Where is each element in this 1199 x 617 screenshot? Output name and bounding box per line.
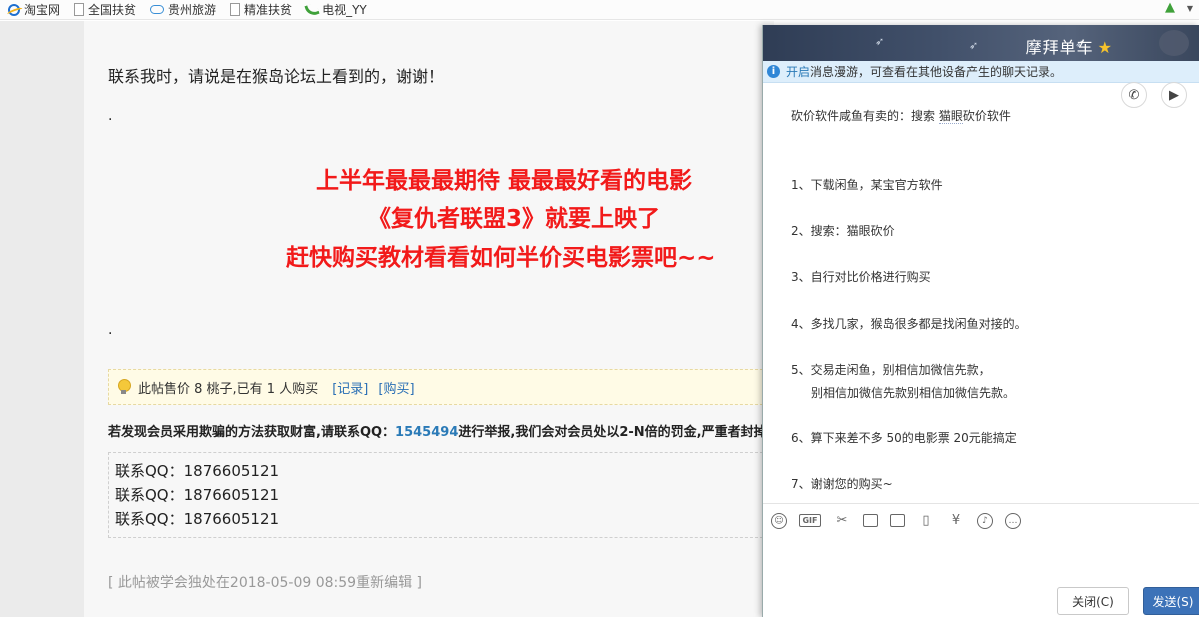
scissors-icon[interactable]: ✂ — [833, 512, 851, 530]
message-keyword[interactable]: 猫眼 — [938, 109, 963, 124]
message-text: 砍价软件咸鱼有卖的：搜索 — [791, 109, 939, 123]
notice-text: 消息漫游，可查看在其他设备产生的聊天记录。 — [810, 65, 1063, 79]
ie-icon — [8, 3, 20, 16]
promo-line-3: 赶快购买教材看看如何半价买电影票吧~~ — [286, 245, 716, 271]
chat-title: 摩拜单车 ★ — [763, 34, 1199, 58]
chevron-down-icon[interactable]: ▼ — [1187, 4, 1193, 13]
promo-line-2: 《复仇者联盟3》就要上映了 — [368, 206, 661, 232]
leaf-icon — [304, 1, 320, 18]
bookmark-guizhou-lvyou[interactable]: 贵州旅游 — [150, 1, 216, 18]
contact-qq-box: 联系QQ：1876605121 联系QQ：1876605121 联系QQ：187… — [108, 452, 768, 538]
enable-roaming-link[interactable]: 开启 — [786, 63, 810, 80]
message: 7、谢谢您的购买~ — [791, 477, 893, 491]
fraud-warning: 若发现会员采用欺骗的方法获取财富,请联系QQ：1545494进行举报,我们会对会… — [108, 421, 768, 440]
header-decoration — [1159, 30, 1189, 56]
bookmark-taobao[interactable]: 淘宝网 — [8, 1, 60, 18]
music-icon[interactable]: ♪ — [977, 512, 993, 529]
message: 5、交易走闲鱼，别相信加微信先款， — [791, 363, 991, 377]
info-icon: i — [767, 65, 780, 78]
separator-dot: . — [108, 108, 113, 124]
warning-suffix: 进行举报,我们会对会员处以2-N倍的罚金,严重者封掉ID! — [458, 425, 768, 440]
buy-link[interactable]: [购买] — [378, 378, 414, 397]
bookmark-label: 淘宝网 — [24, 3, 61, 17]
bookmark-quanguo-fupin[interactable]: 全国扶贫 — [74, 1, 136, 18]
video-call-icon[interactable]: ▶ — [1161, 82, 1187, 108]
gif-icon[interactable]: GIF — [799, 514, 821, 527]
emoji-icon[interactable]: ☺ — [771, 512, 787, 529]
gift-icon[interactable]: ¥ — [947, 512, 965, 530]
phone-call-icon[interactable]: ✆ — [1121, 82, 1147, 108]
message: 1、下载闲鱼，某宝官方软件 — [791, 178, 943, 192]
contact-qq-line: 联系QQ：1876605121 — [115, 462, 280, 480]
call-buttons: ✆ ▶ — [1107, 82, 1187, 108]
sale-text: 此帖售价 8 桃子,已有 1 人购买 — [138, 381, 319, 397]
sale-info-box: 此帖售价 8 桃子,已有 1 人购买 [记录] [购买] — [108, 369, 768, 405]
contact-line: 联系我时，请说是在猴岛论坛上看到的，谢谢！ — [108, 67, 445, 86]
chat-header[interactable]: ➶ ➶ ➶ 摩拜单车 ★ — [763, 25, 1199, 61]
message: 4、多找几家，猴岛很多都是找闲鱼对接的。 — [791, 317, 1027, 331]
contact-qq-line: 联系QQ：1876605121 — [115, 486, 280, 504]
more-icon[interactable]: … — [1005, 512, 1021, 529]
roaming-notice: i 开启 消息漫游，可查看在其他设备产生的聊天记录。 — [763, 61, 1199, 83]
chat-toolbar: ☺ GIF ✂ ▯ ¥ ♪ … — [763, 503, 1199, 537]
send-button[interactable]: 发送(S) — [1143, 587, 1199, 615]
chat-window: ➶ ➶ ➶ 摩拜单车 ★ i 开启 消息漫游，可查看在其他设备产生的聊天记录。 ✆… — [762, 25, 1199, 617]
bookmarks-bar: 淘宝网 全国扶贫 贵州旅游 精准扶贫 电视_YY ▲ ▼ — [0, 0, 1199, 20]
bookmark-label: 贵州旅游 — [168, 3, 217, 17]
folder-icon[interactable] — [863, 514, 878, 527]
page-icon — [74, 3, 85, 16]
bookmark-label: 电视_YY — [322, 3, 367, 17]
image-icon[interactable] — [890, 514, 905, 527]
bookmark-label: 全国扶贫 — [88, 3, 137, 17]
cloud-icon — [150, 5, 165, 14]
message: 2、搜索：猫眼砍价 — [791, 224, 895, 238]
message: 砍价软件咸鱼有卖的：搜索 猫眼砍价软件 — [791, 107, 1011, 124]
page-icon — [230, 3, 241, 16]
contact-qq-line: 联系QQ：1876605121 — [115, 510, 280, 528]
promo-line-1: 上半年最最最期待 最最最好看的电影 — [316, 168, 693, 194]
close-button[interactable]: 关闭(C) — [1057, 587, 1129, 615]
message-text: 砍价软件 — [962, 109, 1011, 123]
record-link[interactable]: [记录] — [332, 378, 368, 397]
separator-dot: . — [108, 322, 113, 338]
left-gutter — [0, 21, 84, 617]
shake-icon[interactable]: ▯ — [917, 512, 935, 530]
bookmark-jingzhun-fupin[interactable]: 精准扶贫 — [230, 1, 292, 18]
warning-prefix: 若发现会员采用欺骗的方法获取财富,请联系QQ： — [108, 425, 396, 440]
star-icon: ★ — [1097, 38, 1113, 57]
message: 6、算下来差不多 50的电影票 20元能搞定 — [791, 431, 1017, 445]
message: 3、自行对比价格进行购买 — [791, 270, 931, 284]
chat-title-text: 摩拜单车 — [1025, 38, 1094, 57]
bookmark-dianshi-yy[interactable]: 电视_YY — [304, 1, 367, 18]
message: 别相信加微信先款别相信加微信先款。 — [811, 386, 1016, 400]
lightbulb-icon — [117, 379, 131, 395]
extension-icon[interactable]: ▲ — [1165, 0, 1181, 16]
warning-qq-number[interactable]: 1545494 — [395, 425, 458, 440]
bookmark-label: 精准扶贫 — [244, 3, 293, 17]
edit-note: [ 此帖被学会独处在2018-05-09 08:59重新编辑 ] — [108, 575, 422, 591]
